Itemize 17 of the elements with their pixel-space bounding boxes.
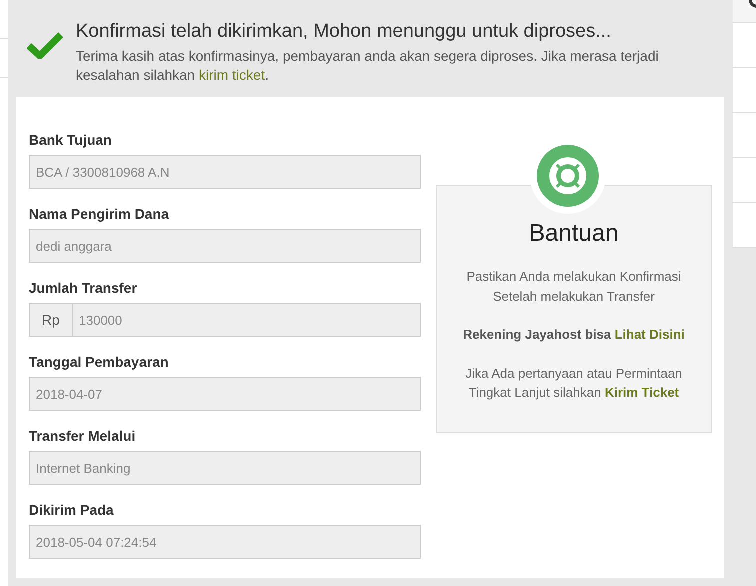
link[interactable]: Kirim Ticket xyxy=(604,385,680,400)
alert-message: Terima kasih atas konfirmasinya, pembayaran anda akan segera diproses. Jika merasa terjadi kesalahan silahkan kirim ticket. xyxy=(76,47,660,85)
help-text: Rekening Jayahost bisa Lihat Disini xyxy=(462,326,686,344)
help-text: Pastikan Anda melakukan Konfirmasi Setelah melakukan Transfer xyxy=(466,268,682,306)
field-label: Transfer Melalui xyxy=(29,427,137,446)
help-title: Bantuan xyxy=(528,220,620,248)
field-label: Bank Tujuan xyxy=(29,131,113,150)
field-label: Dikirim Pada xyxy=(29,501,115,520)
help-text: Jika Ada pertanyaan atau Permintaan Tingkat Lanjut silahkan Kirim Ticket xyxy=(464,364,684,402)
field-label: Nama Pengirim Dana xyxy=(29,205,170,224)
link[interactable]: Lihat Disini xyxy=(614,327,685,342)
currency-addon: Rp xyxy=(29,303,72,337)
field-label: Tanggal Pembayaran xyxy=(29,353,170,372)
checkmark-icon xyxy=(27,31,63,59)
alert-title: Konfirmasi telah dikirimkan, Mohon menunggu untuk diproses... xyxy=(76,21,612,43)
field-label: Jumlah Transfer xyxy=(29,279,138,298)
link[interactable]: kirim ticket xyxy=(198,67,266,83)
